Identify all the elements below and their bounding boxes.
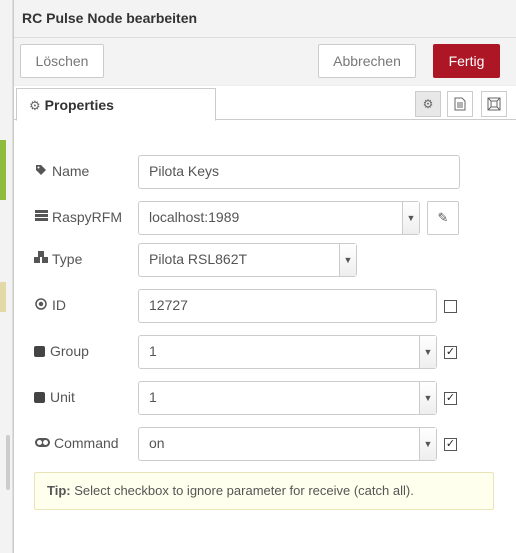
id-input[interactable]: 12727 [138, 289, 437, 323]
document-icon [454, 97, 466, 111]
tab-properties-label: Properties [44, 97, 114, 113]
edit-config-button[interactable]: ✎ [427, 201, 459, 235]
server-icon [34, 210, 48, 224]
done-button[interactable]: Fertig [433, 44, 500, 78]
delete-button[interactable]: Löschen [20, 44, 104, 78]
chevron-down-icon: ▼ [419, 382, 436, 414]
command-row: Command on ▼ ✓ [14, 427, 516, 461]
raspyrfm-label: RaspyRFM [34, 209, 122, 225]
id-ignore-checkbox[interactable] [444, 300, 457, 313]
frame-icon [487, 97, 501, 111]
unit-row: Unit 1 ▼ ✓ [14, 381, 516, 415]
toggle-icon [34, 436, 50, 450]
cubes-icon [34, 251, 48, 267]
raspyrfm-select[interactable]: localhost:1989 ▼ [138, 201, 420, 235]
tip-prefix: Tip: [47, 483, 71, 498]
chevron-down-icon: ▼ [402, 202, 419, 234]
tip-text: Select checkbox to ignore parameter for … [70, 483, 414, 498]
name-row: Name Pilota Keys [14, 155, 516, 189]
gear-icon: ⚙ [422, 97, 434, 111]
unit-label: Unit [34, 389, 75, 405]
edit-dialog: RC Pulse Node bearbeiten Löschen Abbrech… [13, 0, 516, 553]
tab-properties[interactable]: ⚙ Properties [16, 88, 216, 121]
chevron-down-icon: ▼ [419, 336, 436, 368]
tab-description[interactable] [447, 91, 473, 117]
type-label: Type [34, 251, 82, 267]
pencil-icon: ✎ [437, 210, 449, 225]
group-ignore-checkbox[interactable]: ✓ [444, 346, 457, 359]
tab-appearance[interactable] [481, 91, 507, 117]
type-row: Type Pilota RSL862T ▼ [14, 243, 516, 277]
square-icon [34, 345, 45, 357]
tab-bar: ⚙ Properties ⚙ [14, 86, 516, 121]
tag-icon [34, 164, 48, 179]
group-label: Group [34, 343, 89, 359]
id-row: ID 12727 [14, 289, 516, 323]
unit-ignore-checkbox[interactable]: ✓ [444, 392, 457, 405]
bullseye-icon [34, 297, 48, 313]
cancel-button[interactable]: Abbrechen [318, 44, 416, 78]
command-label: Command [34, 435, 119, 451]
command-ignore-checkbox[interactable]: ✓ [444, 438, 457, 451]
raspyrfm-row: RaspyRFM localhost:1989 ▼ ✎ [14, 201, 516, 235]
group-row: Group 1 ▼ ✓ [14, 335, 516, 369]
name-input[interactable]: Pilota Keys [138, 155, 460, 189]
id-label: ID [34, 297, 66, 313]
unit-select[interactable]: 1 ▼ [138, 381, 437, 415]
chevron-down-icon: ▼ [419, 428, 436, 460]
dialog-toolbar: Löschen Abbrechen Fertig [14, 38, 516, 86]
workspace-node-green [0, 140, 6, 200]
gear-icon: ⚙ [29, 98, 41, 113]
chevron-down-icon: ▼ [339, 244, 356, 276]
group-select[interactable]: 1 ▼ [138, 335, 437, 369]
workspace-scrollbar[interactable] [6, 435, 10, 490]
tip-box: Tip: Select checkbox to ignore parameter… [34, 472, 494, 510]
type-select[interactable]: Pilota RSL862T ▼ [138, 243, 357, 277]
tab-settings[interactable]: ⚙ [415, 91, 441, 117]
name-label: Name [34, 163, 89, 179]
dialog-title: RC Pulse Node bearbeiten [14, 0, 516, 38]
square-icon [34, 391, 45, 403]
workspace-node-yellow [0, 282, 6, 312]
command-select[interactable]: on ▼ [138, 427, 437, 461]
